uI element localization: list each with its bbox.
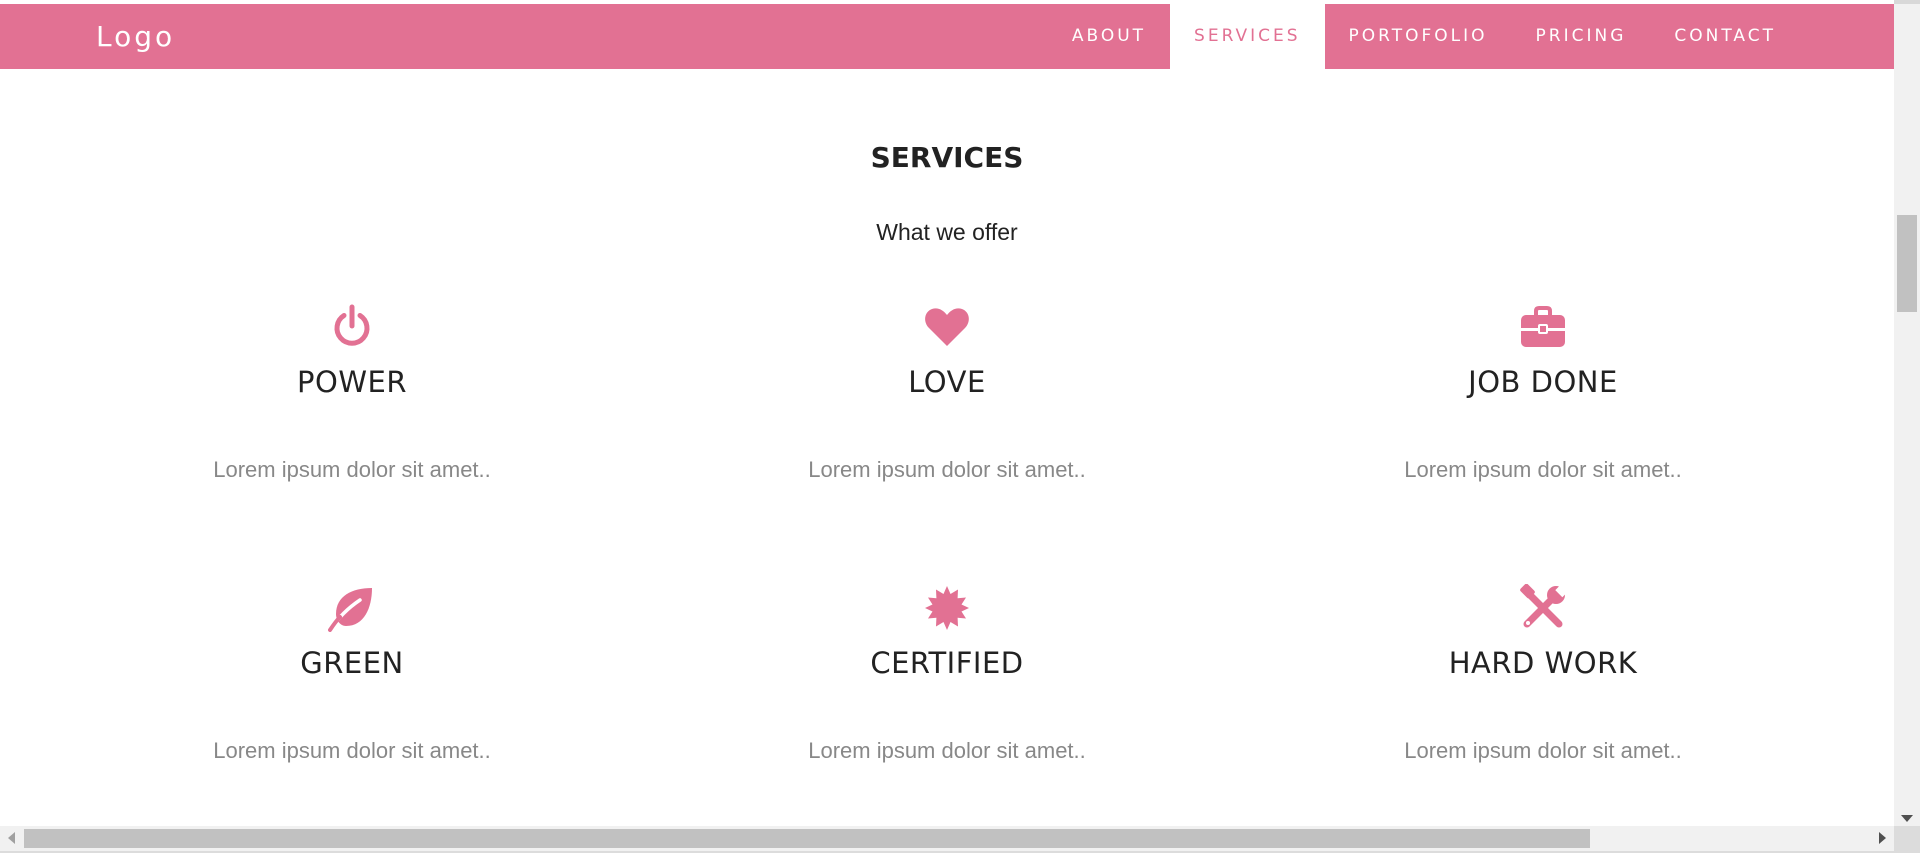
scroll-down-arrow-icon[interactable] [1901,815,1913,822]
service-card-job-done: JOB DONE Lorem ipsum dolor sit amet.. [1245,303,1841,483]
service-text: Lorem ipsum dolor sit amet.. [1404,457,1682,482]
service-title: HARD WORK [1448,646,1638,680]
navbar: Logo ABOUT SERVICES PORTOFOLIO PRICING C… [0,4,1894,69]
vertical-scrollbar-thumb[interactable] [1897,215,1917,312]
nav-menu: ABOUT SERVICES PORTOFOLIO PRICING CONTAC… [1048,4,1800,69]
section-title: SERVICES [870,141,1024,174]
leaf-icon [328,584,376,632]
horizontal-scrollbar-thumb[interactable] [24,829,1590,848]
service-title: GREEN [300,646,404,680]
scrollbar-corner [1894,826,1920,853]
vertical-scrollbar[interactable] [1894,4,1920,826]
nav-link-contact[interactable]: CONTACT [1650,4,1800,69]
service-text: Lorem ipsum dolor sit amet.. [808,738,1086,763]
service-card-certified: CERTIFIED Lorem ipsum dolor sit amet.. [649,584,1245,764]
nav-link-about[interactable]: ABOUT [1048,4,1170,69]
wrench-icon [1519,584,1567,632]
nav-link-portfolio[interactable]: PORTOFOLIO [1325,4,1512,69]
service-text: Lorem ipsum dolor sit amet.. [213,457,491,482]
nav-link-services[interactable]: SERVICES [1170,4,1325,69]
service-title: POWER [297,365,407,399]
certificate-icon [923,584,971,632]
service-text: Lorem ipsum dolor sit amet.. [808,457,1086,482]
section-subtitle: What we offer [876,219,1018,245]
service-text: Lorem ipsum dolor sit amet.. [213,738,491,763]
service-card-green: GREEN Lorem ipsum dolor sit amet.. [54,584,650,764]
service-title: LOVE [908,365,986,399]
nav-link-pricing[interactable]: PRICING [1512,4,1651,69]
scroll-left-arrow-icon[interactable] [8,832,15,844]
power-icon [328,303,376,351]
horizontal-scrollbar[interactable] [0,826,1894,851]
heart-icon [923,303,971,351]
service-card-hard-work: HARD WORK Lorem ipsum dolor sit amet.. [1245,584,1841,764]
service-title: CERTIFIED [870,646,1024,680]
logo[interactable]: Logo [96,20,175,53]
service-card-power: POWER Lorem ipsum dolor sit amet.. [54,303,650,483]
briefcase-icon [1519,303,1567,351]
scroll-right-arrow-icon[interactable] [1879,832,1886,844]
page-viewport: Logo ABOUT SERVICES PORTOFOLIO PRICING C… [0,0,1894,826]
service-card-love: LOVE Lorem ipsum dolor sit amet.. [649,303,1245,483]
service-text: Lorem ipsum dolor sit amet.. [1404,738,1682,763]
service-title: JOB DONE [1468,365,1618,399]
